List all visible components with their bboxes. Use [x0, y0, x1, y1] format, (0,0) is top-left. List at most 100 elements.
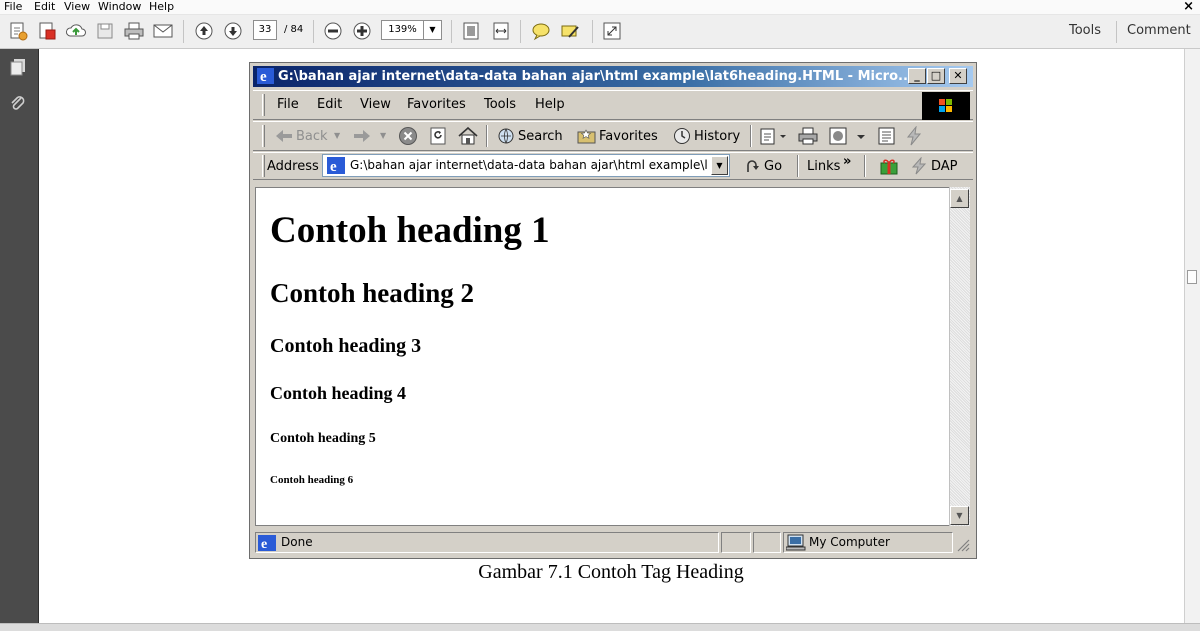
forward-dropdown-arrow[interactable]: ▼: [380, 131, 386, 140]
mail-icon[interactable]: [760, 126, 788, 149]
heading-1: Contoh heading 1: [270, 210, 550, 251]
ie-menu-view[interactable]: View: [360, 97, 391, 112]
edit-icon[interactable]: [828, 126, 868, 149]
document-scrollbar[interactable]: [1184, 49, 1200, 630]
lightning-icon[interactable]: [905, 125, 923, 149]
ie-vertical-scrollbar[interactable]: [949, 187, 970, 526]
zoom-in-icon[interactable]: [350, 20, 374, 42]
menu-help[interactable]: Help: [149, 0, 174, 13]
status-panel-secure: [753, 532, 781, 553]
menu-edit[interactable]: Edit: [34, 0, 55, 13]
go-arrow-icon[interactable]: [744, 157, 762, 178]
status-panel-main: [255, 532, 719, 553]
history-icon[interactable]: [672, 127, 692, 148]
figure-caption: Gambar 7.1 Contoh Tag Heading: [478, 561, 744, 583]
zoom-dropdown-button[interactable]: ▼: [424, 20, 442, 40]
home-icon[interactable]: [457, 126, 479, 149]
print-icon[interactable]: [122, 20, 146, 42]
search-button[interactable]: Search: [518, 129, 563, 144]
ie-close-button[interactable]: ✕: [949, 68, 967, 84]
ie-minimize-button[interactable]: _: [908, 68, 926, 84]
full-screen-icon[interactable]: [600, 20, 624, 42]
save-icon[interactable]: [93, 20, 117, 42]
my-computer-icon: [785, 534, 806, 554]
favorites-button[interactable]: Favorites: [599, 129, 658, 144]
toolbar-separator: [486, 125, 488, 147]
comment-pane-button[interactable]: Comment: [1127, 23, 1191, 38]
reader-close-button[interactable]: ×: [1183, 0, 1194, 14]
toolbar-grip[interactable]: [262, 125, 265, 147]
email-icon[interactable]: [151, 20, 175, 42]
fit-page-icon[interactable]: [459, 20, 483, 42]
back-button[interactable]: Back: [296, 129, 328, 144]
windows-logo-icon: [922, 92, 970, 120]
menu-window[interactable]: Window: [98, 0, 141, 13]
heading-3: Contoh heading 3: [270, 335, 422, 357]
stop-icon[interactable]: [398, 126, 418, 149]
menu-file[interactable]: File: [4, 0, 22, 13]
reader-toolbar: 33 / 84 139% ▼ Tools Comment: [0, 15, 1200, 49]
attachment-icon[interactable]: [9, 95, 27, 116]
heading-4: Contoh heading 4: [270, 383, 407, 403]
links-label[interactable]: Links: [807, 159, 840, 174]
page-number-input[interactable]: 33: [253, 20, 277, 40]
address-dropdown-button[interactable]: ▼: [711, 156, 728, 175]
toolbar-separator: [592, 20, 593, 43]
print-icon[interactable]: [797, 126, 819, 149]
back-dropdown-arrow[interactable]: ▼: [334, 131, 340, 140]
go-button[interactable]: Go: [764, 159, 782, 174]
menu-view[interactable]: View: [64, 0, 90, 13]
toolbar-separator: [183, 20, 184, 43]
links-chevron[interactable]: »: [843, 154, 851, 169]
ie-menu-edit[interactable]: Edit: [317, 97, 342, 112]
ie-menu-favorites[interactable]: Favorites: [407, 97, 466, 112]
svg-text:e: e: [261, 537, 267, 551]
dap-label[interactable]: DAP: [931, 159, 958, 174]
history-button[interactable]: History: [694, 129, 740, 144]
toolbar-grip[interactable]: [262, 94, 265, 116]
toolbar-separator: [750, 125, 752, 147]
discuss-icon[interactable]: [877, 126, 897, 149]
pages-panel-icon[interactable]: [9, 58, 27, 79]
gift-icon[interactable]: [879, 156, 899, 179]
page-down-icon[interactable]: [221, 20, 245, 42]
scroll-up-button[interactable]: ▲: [950, 189, 969, 208]
search-icon[interactable]: [497, 127, 517, 148]
refresh-icon[interactable]: [428, 126, 448, 149]
favorites-icon[interactable]: [577, 128, 597, 147]
zoom-out-icon[interactable]: [321, 20, 345, 42]
heading-2: Contoh heading 2: [270, 278, 475, 308]
highlight-icon[interactable]: [558, 20, 582, 42]
convert-icon[interactable]: [35, 20, 59, 42]
page-up-icon[interactable]: [192, 20, 216, 42]
forward-arrow-icon[interactable]: [352, 128, 372, 147]
scroll-down-button[interactable]: ▼: [950, 506, 969, 525]
reader-menubar: File Edit View Window Help ×: [0, 0, 1200, 15]
ie-logo-icon: e: [257, 68, 274, 87]
address-value[interactable]: G:\bahan ajar internet\data-data bahan a…: [350, 158, 708, 172]
page-total: / 84: [284, 24, 304, 35]
toolbar-separator: [451, 20, 452, 43]
fit-width-icon[interactable]: [489, 20, 513, 42]
resize-grip-icon[interactable]: [955, 537, 970, 555]
page-done-icon: e: [258, 535, 276, 554]
zone-text: My Computer: [809, 535, 890, 549]
back-arrow-icon[interactable]: [274, 128, 294, 147]
create-pdf-icon[interactable]: [6, 20, 30, 42]
upload-cloud-icon[interactable]: [64, 20, 88, 42]
toolbar-separator: [797, 155, 799, 177]
toolbar-grip[interactable]: [262, 155, 265, 177]
ie-menu-file[interactable]: File: [277, 97, 299, 112]
heading-6: Contoh heading 6: [270, 474, 354, 486]
dap-lightning-icon[interactable]: [911, 156, 927, 178]
ie-maximize-button[interactable]: □: [927, 68, 945, 84]
zoom-level-input[interactable]: 139%: [381, 20, 424, 40]
comment-bubble-icon[interactable]: [529, 20, 553, 42]
ie-menu-tools[interactable]: Tools: [484, 97, 516, 112]
ie-menu-help[interactable]: Help: [535, 97, 565, 112]
status-panel-progress: [721, 532, 751, 553]
document-scroll-thumb[interactable]: [1187, 270, 1197, 284]
tools-pane-button[interactable]: Tools: [1069, 23, 1101, 38]
svg-text:e: e: [330, 159, 337, 174]
status-text: Done: [281, 535, 313, 549]
